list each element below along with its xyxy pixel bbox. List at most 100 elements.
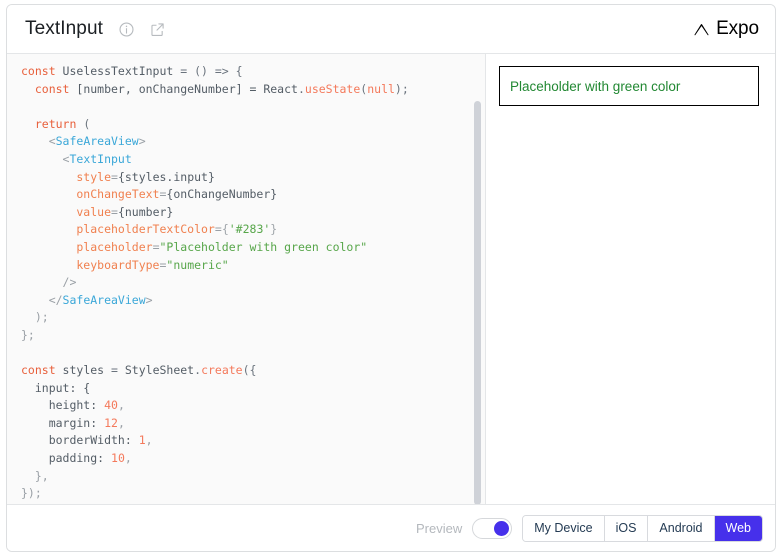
- code-token: .: [297, 81, 305, 96]
- code-line: const styles = StyleSheet.create({: [21, 362, 485, 380]
- code-token: },: [21, 468, 49, 483]
- code-token: value: [21, 204, 112, 219]
- expo-wordmark: Expo: [716, 18, 759, 39]
- code-token: "numeric": [166, 257, 229, 272]
- code-token: {onChangeNumber}: [166, 187, 278, 202]
- expo-brand-logo[interactable]: Expo: [692, 18, 759, 40]
- code-token: height:: [21, 398, 105, 413]
- code-token: useState: [304, 81, 361, 96]
- header-icon-group: [117, 20, 166, 38]
- text-input-placeholder: Placeholder with green color: [510, 78, 681, 94]
- snack-embed-window: TextInput Expo const UselessTextInput = …: [6, 4, 776, 552]
- footer-bar: Preview My Device iOS Android Web: [7, 504, 775, 551]
- code-token: ({: [242, 363, 257, 378]
- code-token: margin:: [21, 415, 105, 430]
- code-token: {number}: [117, 204, 174, 219]
- code-line: </SafeAreaView>: [21, 292, 485, 310]
- code-token: StyleSheet: [124, 363, 195, 378]
- code-line: margin: 12,: [21, 415, 485, 433]
- code-scrollbar-thumb[interactable]: [474, 101, 481, 504]
- code-content[interactable]: const UselessTextInput = () => { const […: [7, 54, 485, 504]
- code-token: const: [21, 81, 77, 96]
- platform-target-android[interactable]: Android: [648, 515, 715, 541]
- code-token: null: [367, 81, 395, 96]
- code-token: );: [21, 310, 49, 325]
- code-token: =: [214, 222, 222, 237]
- code-token: };: [21, 327, 35, 342]
- info-circle-icon[interactable]: [117, 20, 135, 38]
- code-token: 1: [138, 433, 146, 448]
- code-line: input: {: [21, 380, 485, 398]
- code-token: 10: [111, 451, 125, 466]
- platform-target-ios[interactable]: iOS: [604, 515, 649, 541]
- code-token: React: [263, 81, 298, 96]
- code-token: SafeAreaView: [55, 134, 139, 149]
- code-token: input: {: [21, 380, 91, 395]
- code-line: <TextInput: [21, 151, 485, 169]
- code-token: "Placeholder with green color": [159, 239, 368, 254]
- preview-toggle-switch[interactable]: [472, 517, 513, 539]
- code-token: >: [145, 292, 153, 307]
- text-input-field[interactable]: Placeholder with green color: [499, 66, 759, 106]
- code-token: >: [138, 134, 146, 149]
- code-token: ,: [145, 433, 153, 448]
- code-line: keyboardType="numeric": [21, 257, 485, 275]
- code-token: const: [21, 363, 63, 378]
- preview-pane: Placeholder with green color: [486, 54, 775, 504]
- code-token: <: [21, 134, 56, 149]
- code-token: ,: [124, 451, 132, 466]
- code-token: style: [21, 169, 112, 184]
- code-line: style={styles.input}: [21, 169, 485, 187]
- code-line: />: [21, 274, 485, 292]
- code-token: );: [394, 81, 409, 96]
- code-token: </: [21, 292, 63, 307]
- code-token: UselessTextInput: [62, 64, 174, 78]
- code-token: =: [152, 239, 160, 254]
- code-token: }: [270, 222, 278, 237]
- code-line: },: [21, 468, 485, 486]
- code-line: };: [21, 327, 485, 345]
- code-token: (: [83, 116, 91, 131]
- web-preview-surface: Placeholder with green color: [486, 54, 775, 504]
- header-bar: TextInput Expo: [7, 5, 775, 54]
- code-token: create: [201, 363, 243, 378]
- code-token: =: [104, 363, 125, 378]
- code-token: });: [21, 486, 42, 501]
- code-token: ,: [117, 415, 125, 430]
- code-token: keyboardType: [21, 257, 160, 272]
- expo-caret-icon: [694, 23, 709, 35]
- code-token: borderWidth:: [21, 433, 139, 448]
- external-link-icon[interactable]: [148, 20, 166, 38]
- code-line: placeholderTextColor={'#283'}: [21, 221, 485, 239]
- code-token: padding:: [21, 451, 112, 466]
- code-line: height: 40,: [21, 397, 485, 415]
- code-token: placeholderTextColor: [21, 222, 215, 237]
- code-line: placeholder="Placeholder with green colo…: [21, 239, 485, 257]
- code-line: onChangeText={onChangeNumber}: [21, 186, 485, 204]
- platform-target-web[interactable]: Web: [714, 515, 762, 541]
- code-token: =: [111, 169, 118, 184]
- code-line: const UselessTextInput = () => {: [21, 63, 485, 81]
- code-line: return (: [21, 116, 485, 134]
- code-token: ,: [117, 398, 125, 413]
- code-token: = () => {: [173, 64, 243, 78]
- code-token: 40: [104, 398, 118, 413]
- code-token: return: [21, 116, 84, 131]
- code-token: 12: [104, 415, 118, 430]
- platform-target-my-device[interactable]: My Device: [523, 515, 605, 541]
- code-token: onChangeText: [21, 187, 160, 202]
- code-token: placeholder: [21, 239, 153, 254]
- code-line: borderWidth: 1,: [21, 432, 485, 450]
- code-token: <: [21, 151, 70, 166]
- platform-target-segmented-control[interactable]: My Device iOS Android Web: [522, 514, 763, 542]
- code-line: const [number, onChangeNumber] = React.u…: [21, 81, 485, 99]
- code-token: [number, onChangeNumber] =: [76, 81, 264, 96]
- code-editor-pane[interactable]: const UselessTextInput = () => { const […: [7, 54, 486, 504]
- code-token: {: [221, 222, 229, 237]
- editor-preview-split: const UselessTextInput = () => { const […: [7, 54, 775, 504]
- page-title: TextInput: [25, 18, 104, 39]
- preview-label: Preview: [415, 520, 463, 536]
